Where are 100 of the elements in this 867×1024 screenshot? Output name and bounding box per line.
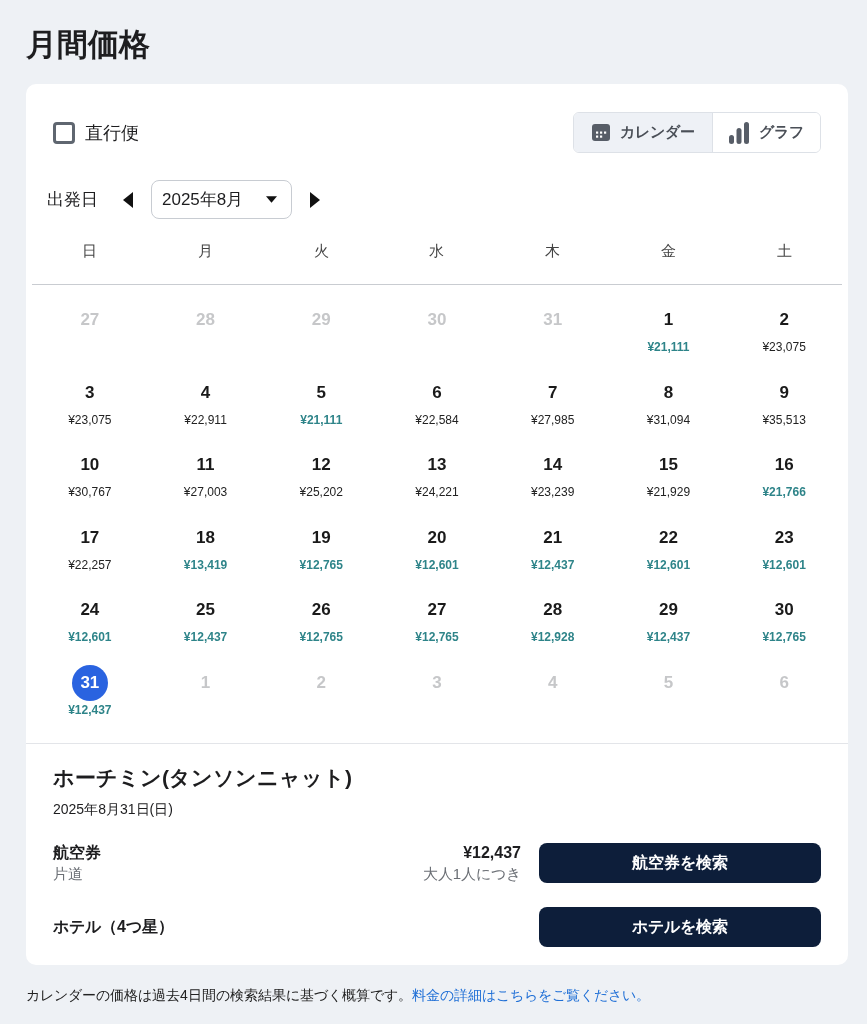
day-price: ¥21,929 bbox=[646, 484, 691, 500]
day-number[interactable]: 7 bbox=[547, 381, 558, 404]
day-number[interactable]: 12 bbox=[311, 454, 331, 476]
month-select[interactable]: 2025年8月 bbox=[151, 180, 292, 219]
destination-title: ホーチミン(タンソンニャット) bbox=[53, 765, 353, 791]
disclaimer-text: カレンダーの価格は過去4日間の検索結果に基づく概算です。 bbox=[26, 987, 412, 1003]
day-number: 4 bbox=[547, 671, 558, 694]
day-number: 5 bbox=[663, 671, 674, 694]
day-number[interactable]: 4 bbox=[200, 381, 211, 404]
day-number: 6 bbox=[779, 671, 789, 694]
day-price: ¥23,075 bbox=[762, 339, 806, 355]
day-number[interactable]: 15 bbox=[658, 454, 678, 476]
day-price: ¥30,767 bbox=[68, 484, 112, 500]
day-number[interactable]: 29 bbox=[658, 599, 678, 621]
day-price: ¥12,928 bbox=[531, 629, 575, 645]
day-price: ¥12,437 bbox=[646, 629, 691, 645]
day-number[interactable]: 11 bbox=[196, 454, 215, 476]
day-number[interactable]: 24 bbox=[80, 599, 100, 621]
weekday-label: 土 bbox=[776, 241, 792, 261]
day-number[interactable]: 14 bbox=[543, 454, 563, 476]
weekday-label: 火 bbox=[313, 241, 329, 261]
day-number[interactable]: 31 bbox=[71, 664, 108, 701]
day-number[interactable]: 23 bbox=[774, 526, 794, 549]
day-price: ¥23,075 bbox=[68, 411, 112, 428]
day-number[interactable]: 1 bbox=[663, 309, 674, 331]
weekday-label: 月 bbox=[198, 241, 214, 261]
day-number[interactable]: 9 bbox=[779, 381, 789, 404]
checkbox-label: 直行便 bbox=[85, 121, 139, 145]
day-number: 31 bbox=[543, 309, 563, 331]
calendar-icon bbox=[591, 124, 610, 141]
day-number: 1 bbox=[200, 671, 211, 694]
day-number[interactable]: 2 bbox=[779, 309, 789, 331]
day-price: ¥12,765 bbox=[299, 556, 343, 573]
day-price: ¥12,437 bbox=[183, 629, 228, 645]
day-number[interactable]: 16 bbox=[774, 454, 794, 476]
trip-type-label: 片道 bbox=[53, 864, 84, 884]
weekday-label: 水 bbox=[429, 241, 445, 261]
price-details-link[interactable]: 料金の詳細はこちらをご覧ください。 bbox=[411, 987, 650, 1003]
day-number[interactable]: 10 bbox=[80, 454, 100, 476]
day-number: 2 bbox=[316, 671, 326, 694]
day-price: ¥27,985 bbox=[531, 411, 575, 428]
weekday-label: 木 bbox=[545, 241, 561, 261]
day-price: ¥21,111 bbox=[647, 339, 690, 355]
day-number[interactable]: 13 bbox=[427, 454, 447, 476]
day-price: ¥21,766 bbox=[762, 484, 806, 500]
day-number[interactable]: 28 bbox=[543, 599, 563, 621]
day-number[interactable]: 26 bbox=[311, 599, 331, 621]
day-number: 27 bbox=[80, 309, 100, 331]
day-price: ¥22,584 bbox=[415, 411, 459, 428]
search-button[interactable]: 航空券を検索 bbox=[539, 843, 821, 883]
day-number[interactable]: 17 bbox=[80, 526, 100, 549]
weekday-label: 日 bbox=[82, 241, 98, 261]
day-number[interactable]: 22 bbox=[658, 526, 678, 549]
day-price: ¥27,003 bbox=[183, 484, 228, 500]
day-price: ¥12,765 bbox=[415, 629, 459, 645]
price-note: 大人1人につき bbox=[422, 864, 521, 884]
day-price: ¥12,437 bbox=[68, 701, 112, 718]
day-price: ¥12,765 bbox=[299, 629, 343, 645]
day-number[interactable]: 25 bbox=[196, 599, 215, 621]
weekday-label: 金 bbox=[660, 241, 676, 261]
offer-price: ¥12,437 bbox=[462, 843, 521, 863]
day-number[interactable]: 19 bbox=[311, 526, 331, 549]
day-price: ¥22,257 bbox=[68, 556, 112, 573]
day-price: ¥25,202 bbox=[299, 484, 343, 500]
day-number[interactable]: 20 bbox=[427, 526, 447, 549]
day-price: ¥23,239 bbox=[531, 484, 575, 500]
search-button[interactable]: ホテルを検索 bbox=[539, 907, 821, 947]
day-number[interactable]: 27 bbox=[427, 599, 447, 621]
day-number[interactable]: 5 bbox=[316, 381, 326, 404]
day-number[interactable]: 8 bbox=[663, 381, 674, 404]
selected-date: 2025年8月31日(日) bbox=[53, 800, 174, 819]
triangle-left-icon[interactable] bbox=[123, 191, 133, 208]
triangle-right-icon[interactable] bbox=[310, 191, 320, 208]
day-price: ¥12,601 bbox=[415, 556, 459, 573]
day-number[interactable]: 21 bbox=[543, 526, 563, 549]
offer-label: 航空券 bbox=[53, 843, 102, 863]
day-number[interactable]: 30 bbox=[774, 599, 794, 621]
day-number: 28 bbox=[196, 309, 215, 331]
page-title: 月間価格 bbox=[26, 26, 151, 64]
day-number[interactable]: 6 bbox=[432, 381, 442, 404]
day-price: ¥12,601 bbox=[762, 556, 806, 573]
day-number[interactable]: 3 bbox=[85, 381, 95, 404]
day-price: ¥21,111 bbox=[300, 411, 343, 428]
day-price: ¥12,601 bbox=[646, 556, 691, 573]
bar-chart-icon bbox=[729, 121, 749, 144]
day-price: ¥12,601 bbox=[68, 629, 112, 645]
day-price: ¥12,765 bbox=[762, 629, 806, 645]
day-price: ¥22,911 bbox=[184, 411, 227, 428]
day-number: 3 bbox=[432, 671, 442, 694]
day-price: ¥31,094 bbox=[646, 411, 691, 428]
day-number: 30 bbox=[427, 309, 447, 331]
day-price: ¥12,437 bbox=[531, 556, 575, 573]
day-number[interactable]: 18 bbox=[196, 526, 215, 549]
day-number: 29 bbox=[311, 309, 331, 331]
checkbox[interactable] bbox=[53, 121, 75, 144]
offer-label: ホテル（4つ星） bbox=[53, 917, 175, 937]
day-price: ¥13,419 bbox=[183, 556, 228, 573]
departure-date-label: 出発日 bbox=[47, 188, 98, 211]
day-price: ¥35,513 bbox=[762, 411, 806, 428]
view-tab[interactable]: カレンダー bbox=[574, 113, 713, 152]
